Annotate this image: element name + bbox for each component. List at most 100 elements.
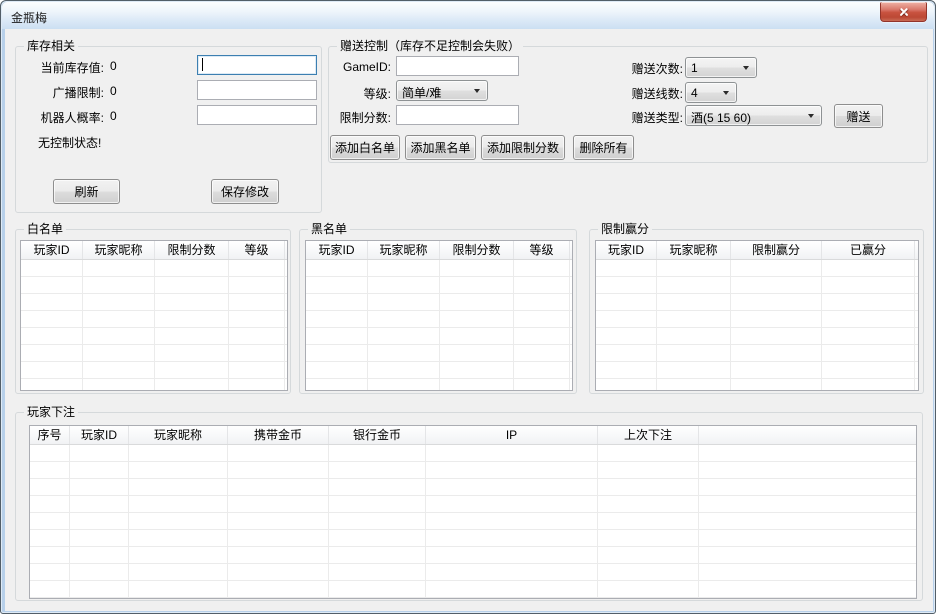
table-row[interactable] (596, 328, 918, 345)
table-row[interactable] (596, 294, 918, 311)
whitelist-table[interactable]: 玩家ID玩家昵称限制分数等级 (20, 240, 288, 391)
table-row[interactable] (30, 462, 916, 479)
win-limit-table-header: 玩家ID玩家昵称限制赢分已赢分 (596, 241, 918, 260)
table-cell (228, 513, 329, 529)
column-header[interactable]: 玩家昵称 (368, 241, 440, 259)
delete-all-button[interactable]: 删除所有 (573, 135, 634, 160)
column-header[interactable]: 等级 (229, 241, 285, 259)
gift-lines-select[interactable]: 4 (685, 82, 737, 103)
table-cell (21, 328, 83, 344)
save-changes-button[interactable]: 保存修改 (211, 179, 279, 204)
table-row[interactable] (306, 311, 572, 328)
table-cell-filler (915, 328, 918, 344)
column-header[interactable]: 限制赢分 (731, 241, 822, 259)
table-cell (657, 362, 731, 378)
table-cell (21, 311, 83, 327)
column-header[interactable]: 限制分数 (155, 241, 229, 259)
table-row[interactable] (596, 362, 918, 379)
table-row[interactable] (596, 311, 918, 328)
table-row[interactable] (306, 277, 572, 294)
table-cell (657, 328, 731, 344)
table-row[interactable] (306, 345, 572, 362)
broadcast-limit-input[interactable] (197, 80, 317, 100)
table-row[interactable] (30, 530, 916, 547)
table-row[interactable] (596, 277, 918, 294)
table-cell (21, 379, 83, 391)
table-row[interactable] (21, 328, 287, 345)
robot-rate-input[interactable] (197, 105, 317, 125)
table-row[interactable] (30, 564, 916, 581)
column-header[interactable]: 已赢分 (822, 241, 915, 259)
gift-type-label: 赠送类型: (599, 109, 683, 126)
column-header[interactable]: 玩家昵称 (83, 241, 155, 259)
table-cell (70, 564, 129, 580)
table-row[interactable] (30, 598, 916, 599)
table-row[interactable] (30, 581, 916, 598)
table-cell (822, 328, 915, 344)
window-title: 金瓶梅 (11, 9, 47, 26)
player-bets-table[interactable]: 序号玩家ID玩家昵称携带金币银行金币IP上次下注 (29, 425, 917, 599)
table-row[interactable] (306, 379, 572, 391)
column-header-filler (570, 241, 572, 259)
limit-score-input[interactable] (396, 105, 519, 125)
table-cell (306, 277, 368, 293)
whitelist-table-header: 玩家ID玩家昵称限制分数等级 (21, 241, 287, 260)
win-limit-table[interactable]: 玩家ID玩家昵称限制赢分已赢分 (595, 240, 919, 391)
column-header[interactable]: 玩家昵称 (129, 426, 228, 444)
table-row[interactable] (21, 260, 287, 277)
column-header[interactable]: 玩家ID (21, 241, 83, 259)
close-icon (898, 6, 910, 18)
table-row[interactable] (30, 547, 916, 564)
win-limit-group: 限制赢分 玩家ID玩家昵称限制赢分已赢分 (589, 229, 924, 394)
column-header[interactable]: 等级 (514, 241, 570, 259)
table-cell (598, 496, 699, 512)
add-blacklist-button[interactable]: 添加黑名单 (405, 135, 476, 160)
gift-times-select[interactable]: 1 (685, 57, 757, 78)
gift-times-label: 赠送次数: (599, 60, 683, 77)
add-whitelist-button[interactable]: 添加白名单 (330, 135, 400, 160)
gift-type-select[interactable]: 酒(5 15 60) (685, 105, 822, 126)
table-cell (598, 479, 699, 495)
column-header[interactable]: 序号 (30, 426, 70, 444)
column-header[interactable]: 玩家昵称 (657, 241, 731, 259)
table-cell (596, 260, 657, 276)
table-cell (83, 345, 155, 361)
table-cell (329, 530, 426, 546)
column-header[interactable]: 玩家ID (70, 426, 129, 444)
table-row[interactable] (596, 260, 918, 277)
table-row[interactable] (596, 345, 918, 362)
table-row[interactable] (306, 260, 572, 277)
table-row[interactable] (21, 277, 287, 294)
column-header[interactable]: 银行金币 (329, 426, 426, 444)
table-row[interactable] (306, 362, 572, 379)
table-row[interactable] (30, 513, 916, 530)
title-bar[interactable]: 金瓶梅 (2, 2, 934, 29)
column-header[interactable]: 携带金币 (228, 426, 329, 444)
table-row[interactable] (30, 445, 916, 462)
table-row[interactable] (306, 328, 572, 345)
table-cell-filler (699, 530, 916, 546)
table-row[interactable] (21, 362, 287, 379)
blacklist-table[interactable]: 玩家ID玩家昵称限制分数等级 (305, 240, 573, 391)
table-row[interactable] (21, 379, 287, 391)
table-row[interactable] (306, 294, 572, 311)
column-header[interactable]: 限制分数 (440, 241, 514, 259)
column-header[interactable]: 玩家ID (596, 241, 657, 259)
refresh-button[interactable]: 刷新 (53, 179, 120, 204)
table-row[interactable] (21, 345, 287, 362)
gameid-input[interactable] (396, 56, 519, 76)
table-row[interactable] (30, 479, 916, 496)
column-header[interactable]: 上次下注 (598, 426, 699, 444)
table-cell-filler (699, 496, 916, 512)
add-limit-score-button[interactable]: 添加限制分数 (481, 135, 565, 160)
column-header[interactable]: 玩家ID (306, 241, 368, 259)
gift-button[interactable]: 赠送 (834, 104, 883, 128)
table-row[interactable] (21, 294, 287, 311)
table-row[interactable] (30, 496, 916, 513)
level-select[interactable]: 简单/难 (396, 80, 488, 101)
column-header[interactable]: IP (426, 426, 598, 444)
close-button[interactable] (880, 2, 927, 22)
current-stock-input[interactable] (197, 55, 317, 75)
table-row[interactable] (21, 311, 287, 328)
table-row[interactable] (596, 379, 918, 391)
